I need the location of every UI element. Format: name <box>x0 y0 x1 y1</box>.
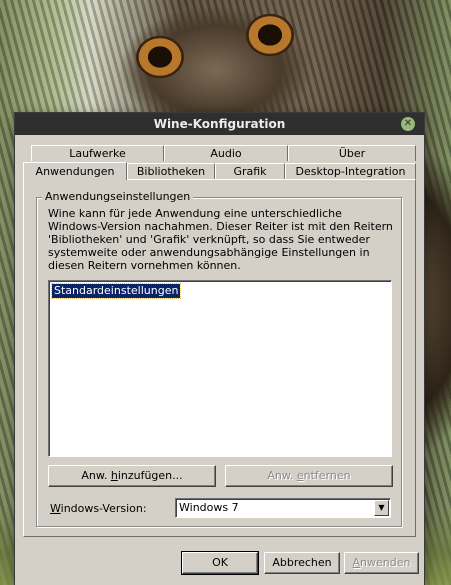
tab-audio[interactable]: Audio <box>164 145 288 161</box>
windows-version-label: Windows-Version: <box>50 502 147 515</box>
windows-version-value: Windows 7 <box>179 501 239 514</box>
title-bar[interactable]: Wine-Konfiguration ✕ <box>15 113 424 135</box>
ok-button[interactable]: OK <box>181 551 259 575</box>
tab-bibliotheken[interactable]: Bibliotheken <box>127 163 215 179</box>
tab-ueber[interactable]: Über <box>288 145 416 161</box>
apply-button[interactable]: Anwenden <box>344 552 419 574</box>
group-description: Wine kann für jede Anwendung eine unters… <box>48 207 393 272</box>
group-title: Anwendungseinstellungen <box>42 190 194 203</box>
tab-grafik[interactable]: Grafik <box>215 163 285 179</box>
tab-laufwerke[interactable]: Laufwerke <box>31 145 164 161</box>
cancel-button[interactable]: Abbrechen <box>264 552 340 574</box>
window-title: Wine-Konfiguration <box>153 117 286 131</box>
tab-anwendungen[interactable]: Anwendungen <box>23 162 127 180</box>
windows-version-select[interactable]: Windows 7 ▼ <box>175 498 391 518</box>
remove-application-button[interactable]: Anw. entfernen <box>225 465 393 487</box>
chevron-down-icon[interactable]: ▼ <box>374 500 389 516</box>
close-icon[interactable]: ✕ <box>401 117 415 131</box>
tab-desktop-integration[interactable]: Desktop-Integration <box>285 163 416 179</box>
list-item[interactable]: Standardeinstellungen <box>50 283 182 299</box>
application-list[interactable]: Standardeinstellungen <box>48 280 392 457</box>
add-application-button[interactable]: Anw. hinzufügen... <box>48 465 216 487</box>
